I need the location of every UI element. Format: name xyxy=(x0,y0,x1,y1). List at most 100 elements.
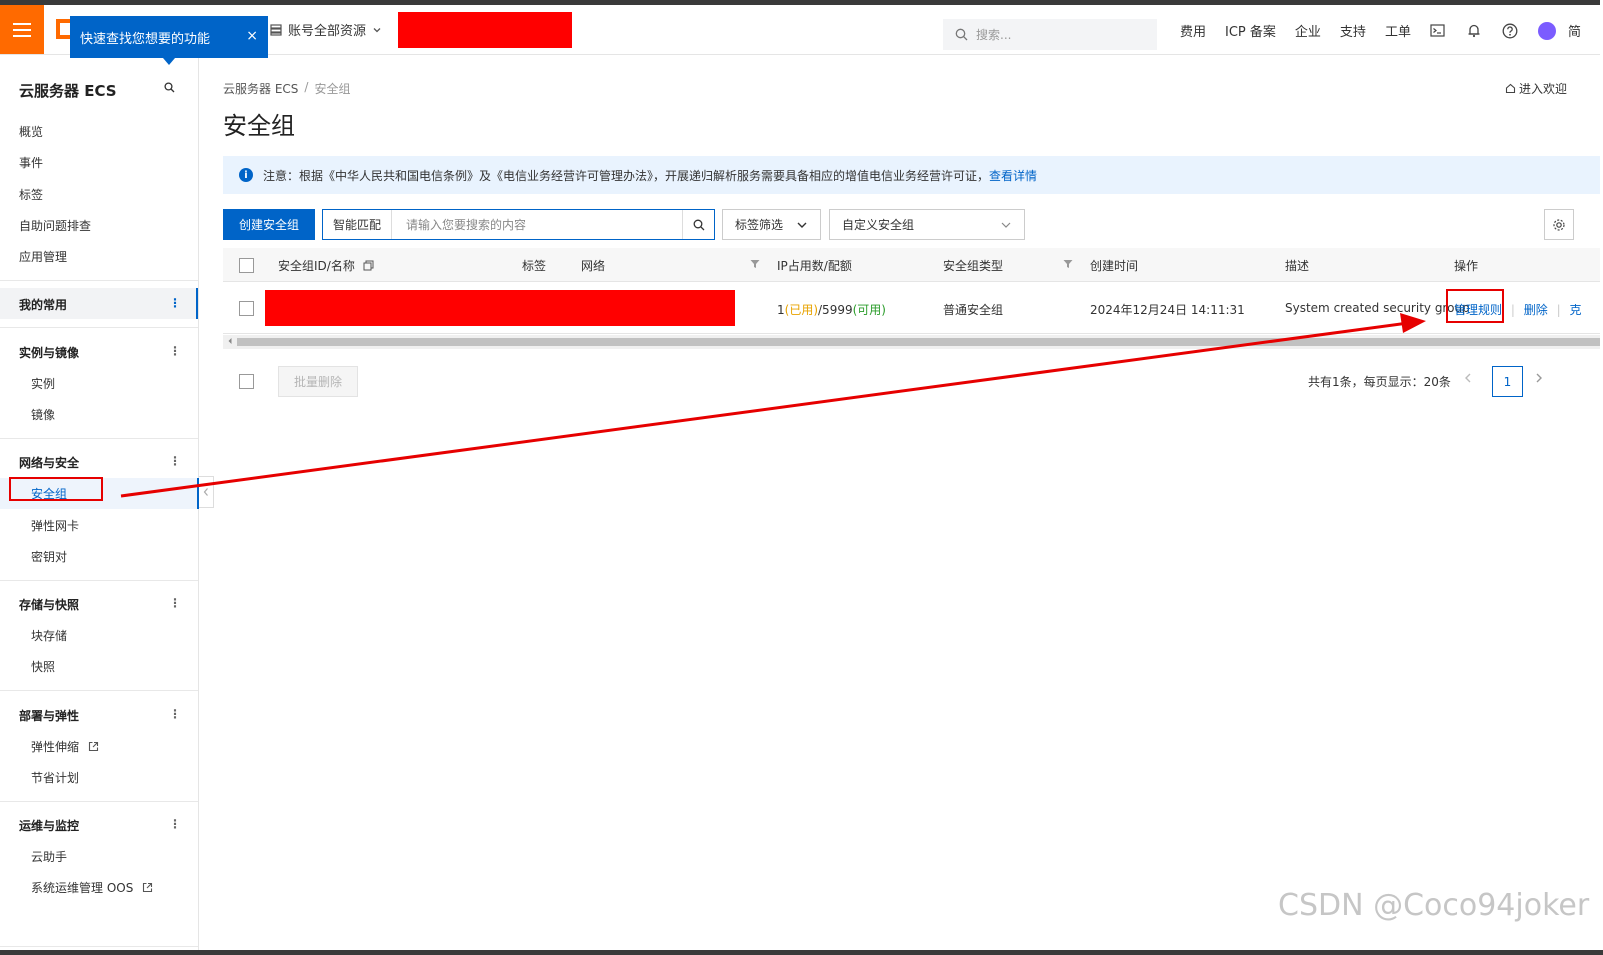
annotation-box-manage-rules xyxy=(1446,289,1504,323)
sidebar-item-overview[interactable]: 概览 xyxy=(19,123,43,140)
sidebar-item-eni[interactable]: 弹性网卡 xyxy=(31,517,79,534)
sidebar-item-oos[interactable]: 系统运维管理 OOS xyxy=(31,879,153,896)
chevron-left-icon[interactable] xyxy=(1463,371,1473,385)
sidebar-item-events[interactable]: 事件 xyxy=(19,154,43,171)
pagination-info: 共有1条，每页显示：20条 xyxy=(1308,375,1451,389)
table-header: 安全组ID/名称 标签 网络 IP占用数/配额 安全组类型 创建时间 描述 操作 xyxy=(223,248,1600,282)
sidebar-group-storage-snapshots[interactable]: 存储与快照 xyxy=(19,596,79,613)
breadcrumb-ecs[interactable]: 云服务器 ECS xyxy=(223,80,298,97)
top-link-support[interactable]: 支持 xyxy=(1340,21,1366,40)
custom-security-group-dropdown[interactable]: 自定义安全组 xyxy=(829,209,1025,240)
sidebar-divider xyxy=(0,801,198,802)
sidebar-search-icon[interactable] xyxy=(164,82,175,96)
copy-icon[interactable] xyxy=(363,260,374,271)
select-all-checkbox[interactable] xyxy=(239,258,254,273)
smart-match-selector[interactable]: 智能匹配 xyxy=(323,210,393,239)
table-settings-button[interactable] xyxy=(1544,209,1574,240)
tooltip-arrow xyxy=(163,58,175,65)
notice-details-link[interactable]: 查看详情 xyxy=(989,169,1037,183)
sidebar-item-cloud-assistant[interactable]: 云助手 xyxy=(31,848,67,865)
group-more-icon[interactable]: ⋮ xyxy=(169,817,181,831)
group-more-icon[interactable]: ⋮ xyxy=(169,596,181,610)
row-checkbox[interactable] xyxy=(239,301,254,316)
chevron-down-icon xyxy=(797,222,807,228)
column-header-network: 网络 xyxy=(581,259,606,273)
column-header-type: 安全组类型 xyxy=(943,259,1004,273)
group-more-icon[interactable]: ⋮ xyxy=(169,707,181,721)
close-icon[interactable]: × xyxy=(246,28,258,44)
redacted-region xyxy=(398,12,572,48)
bell-icon[interactable] xyxy=(1466,23,1482,39)
sidebar-group-network-security[interactable]: 网络与安全 xyxy=(19,454,79,471)
info-icon: i xyxy=(239,168,253,182)
sidebar-group-ops-monitoring[interactable]: 运维与监控 xyxy=(19,817,79,834)
resource-group-icon xyxy=(270,23,282,36)
sidebar-item-auto-scaling[interactable]: 弹性伸缩 xyxy=(31,738,99,755)
page-title: 安全组 xyxy=(223,112,295,140)
breadcrumb-separator: / xyxy=(304,80,309,94)
sidebar-item-keypairs[interactable]: 密钥对 xyxy=(31,548,67,565)
top-link-enterprise[interactable]: 企业 xyxy=(1295,21,1321,40)
welcome-page-link[interactable]: 进入欢迎 xyxy=(1505,80,1567,97)
sidebar-divider xyxy=(0,327,198,328)
scrollbar-thumb[interactable] xyxy=(237,338,1600,346)
auto-scaling-label: 弹性伸缩 xyxy=(31,740,80,754)
bulk-delete-button[interactable]: 批量删除 xyxy=(278,366,358,397)
table-horizontal-scrollbar[interactable] xyxy=(223,335,1600,349)
help-icon[interactable] xyxy=(1502,23,1518,39)
top-link-icp[interactable]: ICP 备案 xyxy=(1225,21,1276,40)
group-more-icon[interactable]: ⋮ xyxy=(169,454,181,468)
sidebar-item-tags[interactable]: 标签 xyxy=(19,186,43,203)
top-link-ticket[interactable]: 工单 xyxy=(1385,21,1411,40)
sidebar-group-instances-images[interactable]: 实例与镜像 xyxy=(19,344,79,361)
feature-search-tooltip: 快速查找您想要的功能 × xyxy=(70,16,268,58)
account-resource-selector[interactable]: 账号全部资源 xyxy=(270,20,382,39)
sidebar-item-snapshots[interactable]: 快照 xyxy=(31,658,55,675)
group-more-icon[interactable]: ⋮ xyxy=(169,344,181,358)
annotation-arrow xyxy=(120,313,1426,498)
breadcrumb-current: 安全组 xyxy=(314,82,351,96)
sidebar-group-favorites[interactable]: 我的常用 xyxy=(19,296,67,313)
sidebar-divider xyxy=(0,580,198,581)
favorites-more-icon[interactable]: ⋮ xyxy=(169,296,181,310)
search-submit-button[interactable] xyxy=(682,210,714,239)
chevron-right-icon[interactable] xyxy=(1534,371,1544,385)
sidebar-item-block-storage[interactable]: 块存储 xyxy=(31,627,67,644)
external-link-icon xyxy=(88,741,98,752)
sidebar-title: 云服务器 ECS xyxy=(19,82,117,100)
notice-text: 注意：根据《中华人民共和国电信条例》及《电信业务经营许可管理办法》，开展递归解析… xyxy=(263,168,990,183)
sidebar-item-savings-plan[interactable]: 节省计划 xyxy=(31,769,79,786)
action-separator: | xyxy=(1510,303,1515,317)
sidebar-item-images[interactable]: 镜像 xyxy=(31,406,55,423)
sidebar-item-app-management[interactable]: 应用管理 xyxy=(19,248,67,265)
clone-link[interactable]: 克 xyxy=(1569,303,1581,317)
filter-icon[interactable] xyxy=(1063,259,1073,269)
search-icon xyxy=(693,219,704,230)
caret-left-icon[interactable] xyxy=(227,336,233,346)
account-selector-label: 账号全部资源 xyxy=(288,24,367,39)
top-link-billing[interactable]: 费用 xyxy=(1180,21,1206,40)
delete-link[interactable]: 删除 xyxy=(1524,303,1548,317)
global-search-input[interactable]: 搜索... xyxy=(943,19,1157,50)
sidebar: 云服务器 ECS 概览 事件 标签 自助问题排查 应用管理 我的常用 ⋮ 实例与… xyxy=(0,56,199,950)
oos-label: 系统运维管理 OOS xyxy=(31,881,134,895)
sidebar-divider xyxy=(0,280,198,281)
redacted-region xyxy=(265,290,735,326)
sidebar-item-self-diagnosis[interactable]: 自助问题排查 xyxy=(19,217,91,234)
filter-icon[interactable] xyxy=(750,259,760,269)
create-security-group-button[interactable]: 创建安全组 xyxy=(223,209,315,240)
column-header-actions: 操作 xyxy=(1454,259,1479,273)
tag-filter-dropdown[interactable]: 标签筛选 xyxy=(722,209,821,240)
bottom-select-all-checkbox[interactable] xyxy=(239,374,254,389)
terminal-icon[interactable] xyxy=(1430,23,1446,39)
top-link-truncated[interactable]: 简 xyxy=(1568,21,1581,40)
hamburger-menu-button[interactable] xyxy=(0,5,44,54)
pagination-page-1[interactable]: 1 xyxy=(1492,366,1523,397)
sidebar-collapse-button[interactable] xyxy=(199,476,214,508)
sidebar-divider xyxy=(0,690,198,691)
ai-assistant-icon[interactable] xyxy=(1537,21,1556,40)
sidebar-group-deploy-elasticity[interactable]: 部署与弹性 xyxy=(19,707,79,724)
chevron-down-icon xyxy=(373,27,381,32)
security-group-search-input[interactable] xyxy=(392,210,682,239)
sidebar-item-instances[interactable]: 实例 xyxy=(31,375,55,392)
